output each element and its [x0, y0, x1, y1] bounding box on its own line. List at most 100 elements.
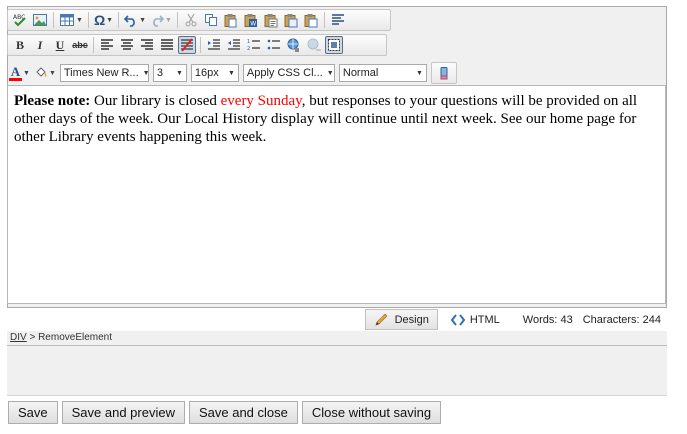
spellcheck-button[interactable]: ABC [11, 11, 29, 29]
paste-plain-text-button[interactable] [262, 11, 280, 29]
unlink-icon [307, 38, 321, 51]
bulleted-list-button[interactable] [265, 36, 283, 54]
word-count: Words: 43 [522, 313, 573, 326]
real-font-size-value: 16px [194, 67, 219, 79]
underline-button[interactable]: U [51, 36, 69, 54]
spellcheck-icon: ABC [13, 14, 26, 27]
numbered-list-button[interactable]: 12 [245, 36, 263, 54]
chevron-down-icon: ▼ [106, 16, 114, 24]
chevron-down-icon: ▼ [415, 69, 423, 77]
copy-icon [204, 14, 217, 26]
paste-icon [224, 13, 237, 27]
path-tag-div[interactable]: DIV [10, 332, 27, 343]
font-name-dropdown[interactable]: Times New R... ▼ [59, 64, 149, 82]
svg-text:W: W [251, 20, 257, 27]
bulleted-list-icon [267, 39, 280, 50]
cut-button[interactable] [182, 11, 200, 29]
design-mode-button[interactable]: Design [364, 309, 438, 330]
undo-button[interactable]: ▼ [123, 11, 147, 29]
redo-icon [153, 15, 165, 27]
css-class-dropdown[interactable]: Apply CSS Cl... ▼ [242, 64, 335, 82]
chevron-down-icon: ▼ [175, 69, 183, 77]
editor-content-area[interactable]: Please note: Our library is closed every… [7, 85, 666, 304]
background-color-button[interactable]: ▼ [33, 64, 57, 82]
align-right-icon [141, 39, 153, 50]
chevron-down-icon: ▼ [326, 69, 334, 77]
module-manager-area [7, 346, 667, 396]
justify-icon [161, 39, 173, 50]
outdent-icon [228, 39, 240, 50]
save-button[interactable]: Save [8, 401, 58, 424]
font-name-value: Times New R... [63, 67, 139, 79]
toolbar-extra-group [430, 62, 457, 84]
italic-label: I [37, 38, 43, 52]
toolbar-row-3: A ▼ ▼ Times New R...▼ 3▼ 16px▼ Apply CSS… [7, 62, 478, 84]
insert-table-button[interactable]: ▼ [58, 11, 84, 29]
code-brackets-icon [450, 313, 465, 326]
scissors-icon [185, 13, 197, 27]
strikethrough-label: abc [72, 39, 88, 50]
character-count: Characters: 244 [582, 313, 661, 326]
strikethrough-button[interactable]: abc [71, 36, 89, 54]
toolbar-separator [323, 12, 325, 28]
toolbar-row-1: ABC ▼ Ω ▼ ▼ ▼ W [7, 9, 391, 31]
save-and-preview-button[interactable]: Save and preview [61, 401, 185, 424]
path-separator: > [26, 332, 39, 343]
paste-word-icon: W [244, 13, 258, 27]
save-and-close-button[interactable]: Save and close [188, 401, 298, 424]
link-globe-icon [287, 38, 299, 52]
editor-status-bar: Design HTML Words: 43 Characters: 244 [7, 308, 667, 331]
pencil-icon [375, 313, 388, 325]
align-left-button[interactable] [98, 36, 116, 54]
font-color-bar [9, 77, 22, 81]
copy-button[interactable] [202, 11, 220, 29]
font-color-letter: A [10, 63, 21, 79]
real-font-size-dropdown[interactable]: 16px ▼ [190, 64, 239, 82]
chevron-down-icon: ▼ [76, 16, 83, 24]
outdent-button[interactable] [225, 36, 243, 54]
image-manager-button[interactable] [31, 11, 49, 29]
omega-icon: Ω [93, 12, 106, 28]
align-center-button[interactable] [118, 36, 136, 54]
design-mode-label: Design [394, 313, 429, 326]
font-size-dropdown[interactable]: 3 ▼ [152, 64, 187, 82]
toolbar-separator [118, 12, 120, 28]
redo-button[interactable]: ▼ [149, 11, 173, 29]
font-color-button[interactable]: A ▼ [8, 64, 31, 82]
paragraph-style-dropdown[interactable]: Normal ▼ [338, 64, 427, 82]
paste-from-word-button[interactable]: W [242, 11, 260, 29]
indent-button[interactable] [205, 36, 223, 54]
paste-as-html-button[interactable] [282, 11, 300, 29]
paste-plain-icon [264, 13, 278, 27]
content-bold-lead: Please note: [14, 93, 91, 109]
font-size-value: 3 [156, 67, 163, 79]
toolbar-separator [200, 37, 201, 53]
close-without-saving-button[interactable]: Close without saving [301, 401, 442, 424]
remove-link-button[interactable] [305, 36, 323, 54]
remove-alignment-button[interactable] [178, 36, 196, 54]
insert-symbol-button[interactable]: Ω ▼ [93, 11, 114, 29]
toggle-border-button[interactable] [325, 36, 343, 54]
svg-text:1: 1 [247, 39, 250, 45]
italic-button[interactable]: I [31, 36, 49, 54]
css-class-value: Apply CSS Cl... [246, 67, 323, 79]
align-right-button[interactable] [138, 36, 156, 54]
paragraph-format-button[interactable] [329, 11, 347, 29]
paste-options-button[interactable] [302, 11, 320, 29]
chevron-down-icon: ▼ [139, 16, 147, 24]
underline-label: U [55, 38, 65, 52]
numbered-list-icon: 12 [247, 39, 260, 52]
paint-bucket-icon [36, 67, 47, 77]
html-mode-button[interactable]: HTML [442, 309, 509, 330]
justify-button[interactable] [158, 36, 176, 54]
toolbar-row-2: B I U abc 12 [7, 34, 387, 56]
bold-button[interactable]: B [11, 36, 29, 54]
action-buttons: Save Save and preview Save and close Clo… [8, 401, 445, 424]
format-stripper-button[interactable] [435, 64, 453, 82]
chevron-down-icon: ▼ [143, 70, 148, 77]
path-element[interactable]: RemoveElement [38, 332, 112, 343]
paste-button[interactable] [222, 11, 240, 29]
paste-html-icon [284, 13, 298, 27]
paste-options-icon [304, 13, 318, 27]
hyperlink-button[interactable] [285, 36, 303, 54]
